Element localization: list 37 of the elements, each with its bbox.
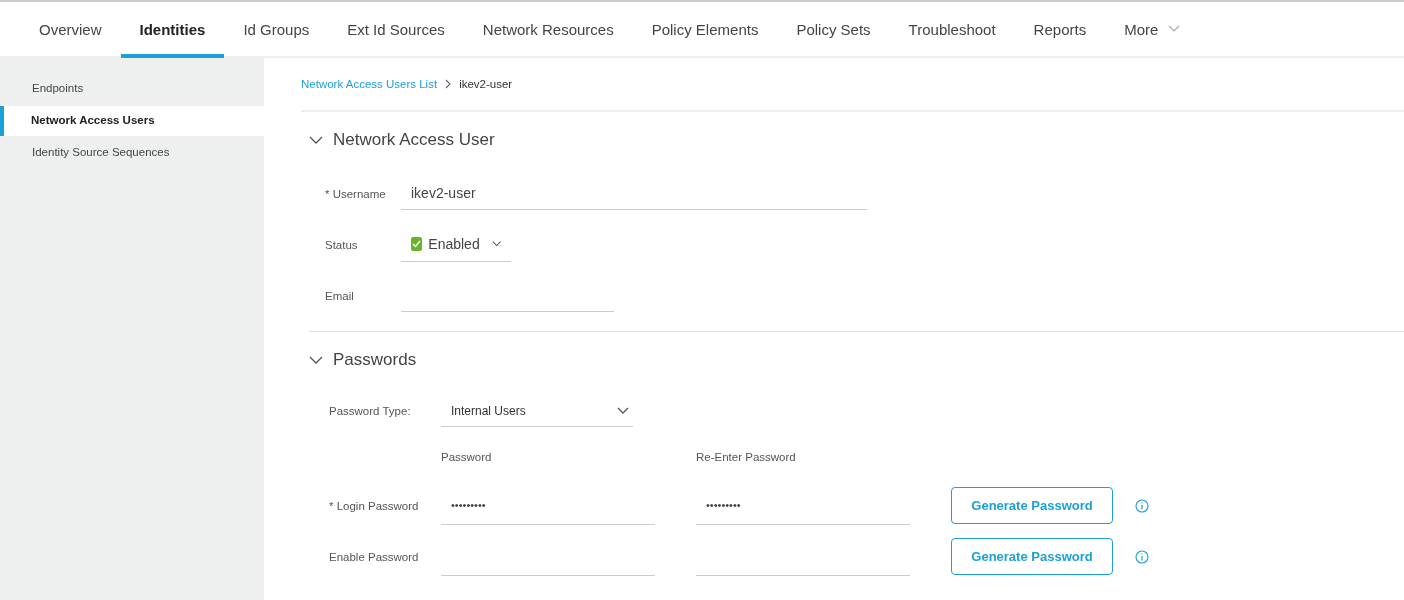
- chevron-down-icon[interactable]: [309, 355, 323, 365]
- sidebar-item[interactable]: Identity Source Sequences: [0, 138, 264, 168]
- chevron-right-icon: [444, 79, 453, 89]
- status-dropdown[interactable]: Enabled: [401, 227, 511, 262]
- nav-tab[interactable]: More: [1105, 2, 1200, 58]
- field-label: Status: [325, 238, 359, 251]
- nav-tab[interactable]: Policy Sets: [777, 2, 890, 58]
- status-checkbox[interactable]: [411, 237, 423, 251]
- info-icon[interactable]: [1135, 549, 1149, 564]
- nav-tab[interactable]: Reports: [1014, 2, 1106, 58]
- username-field[interactable]: ikev2-user: [401, 177, 867, 210]
- password-field[interactable]: •••••••••: [441, 486, 655, 525]
- field-label: * Username: [325, 187, 387, 200]
- nav-tab[interactable]: Policy Elements: [632, 2, 778, 58]
- nav-tab[interactable]: Troubleshoot: [889, 2, 1015, 58]
- section-title: Network Access User: [333, 130, 495, 150]
- password-field[interactable]: •••••••••: [696, 486, 910, 525]
- column-header: Password: [441, 451, 493, 463]
- sidebar-item[interactable]: Endpoints: [0, 74, 264, 104]
- column-header: Re-Enter Password: [696, 451, 797, 463]
- section-title: Passwords: [333, 350, 417, 370]
- nav-tab[interactable]: Id Groups: [224, 2, 329, 58]
- sidebar-item[interactable]: Network Access Users: [0, 106, 264, 136]
- field-label: Password Type:: [329, 405, 412, 417]
- nav-tab[interactable]: Network Resources: [463, 2, 633, 58]
- field-label: * Login Password: [329, 499, 420, 512]
- chevron-down-icon[interactable]: [309, 135, 323, 145]
- breadcrumb-current: ikev2-user: [459, 78, 513, 90]
- info-icon[interactable]: [1135, 498, 1149, 513]
- field-label: Email: [325, 289, 355, 302]
- chevron-down-icon: [491, 240, 501, 248]
- nav-tab[interactable]: Ext Id Sources: [328, 2, 464, 58]
- chevron-down-icon: [617, 406, 629, 415]
- password-type-dropdown[interactable]: Internal Users: [441, 395, 633, 427]
- nav-tab[interactable]: Overview: [20, 2, 121, 58]
- field-label: Enable Password: [329, 550, 420, 563]
- chevron-down-icon: [1168, 25, 1181, 33]
